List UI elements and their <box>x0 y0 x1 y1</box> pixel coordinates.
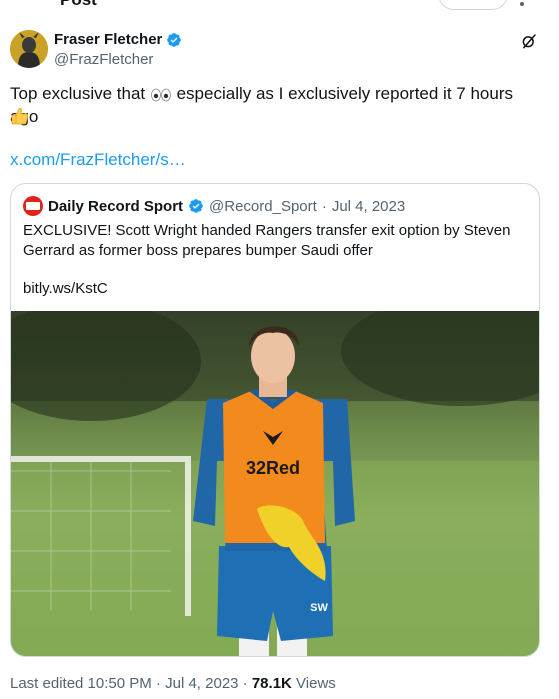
top-strip: Post <box>0 0 559 14</box>
shorts-initials: SW <box>310 602 328 614</box>
post-date[interactable]: Jul 4, 2023 <box>165 675 238 692</box>
post-header: Fraser Fletcher @FrazFletcher <box>10 30 550 70</box>
verified-badge-icon <box>167 33 182 47</box>
quoted-post-header: Daily Record Sport @Record_Sport · Jul 4… <box>23 196 405 216</box>
edited-time[interactable]: Last edited 10:50 PM <box>10 675 152 692</box>
grok-icon[interactable] <box>520 32 538 50</box>
post-text: Top exclusive that especially as I exclu… <box>10 82 540 128</box>
author-name-row[interactable]: Fraser Fletcher <box>54 30 182 50</box>
quoted-avatar[interactable] <box>23 196 43 216</box>
post-text-before: Top exclusive that <box>10 84 146 103</box>
post-footer: Last edited 10:50 PM · Jul 4, 2023 · 78.… <box>10 674 336 694</box>
quoted-post-card[interactable]: Daily Record Sport @Record_Sport · Jul 4… <box>10 183 540 657</box>
eyes-emoji-icon <box>150 88 171 101</box>
avatar[interactable] <box>10 30 48 68</box>
thumbs-up-emoji-icon <box>11 108 29 125</box>
bib-sponsor-text: 32Red <box>246 458 300 478</box>
quoted-link: bitly.ws/KstC <box>23 280 108 297</box>
footer-separator: · <box>151 675 166 692</box>
quoted-photo[interactable]: 32Red SW <box>11 311 539 656</box>
author-handle[interactable]: @FrazFletcher <box>54 50 182 70</box>
author-display-name[interactable]: Fraser Fletcher <box>54 30 162 50</box>
quoted-separator: · <box>321 197 327 215</box>
footer-separator: · <box>238 675 252 692</box>
quoted-text: EXCLUSIVE! Scott Wright handed Rangers t… <box>23 222 511 259</box>
views-count: 78.1K <box>251 675 292 692</box>
quoted-handle[interactable]: @Record_Sport <box>209 198 317 215</box>
quoted-date[interactable]: Jul 4, 2023 <box>332 198 405 215</box>
post-link[interactable]: x.com/FrazFletcher/s… <box>10 149 186 171</box>
quoted-display-name[interactable]: Daily Record Sport <box>48 198 183 215</box>
verified-badge-icon <box>189 199 203 213</box>
page-title: Post <box>60 0 97 10</box>
views-label: Views <box>291 675 336 692</box>
more-icon[interactable] <box>520 2 524 6</box>
reply-button[interactable] <box>438 0 508 10</box>
author-names: Fraser Fletcher @FrazFletcher <box>54 30 182 70</box>
